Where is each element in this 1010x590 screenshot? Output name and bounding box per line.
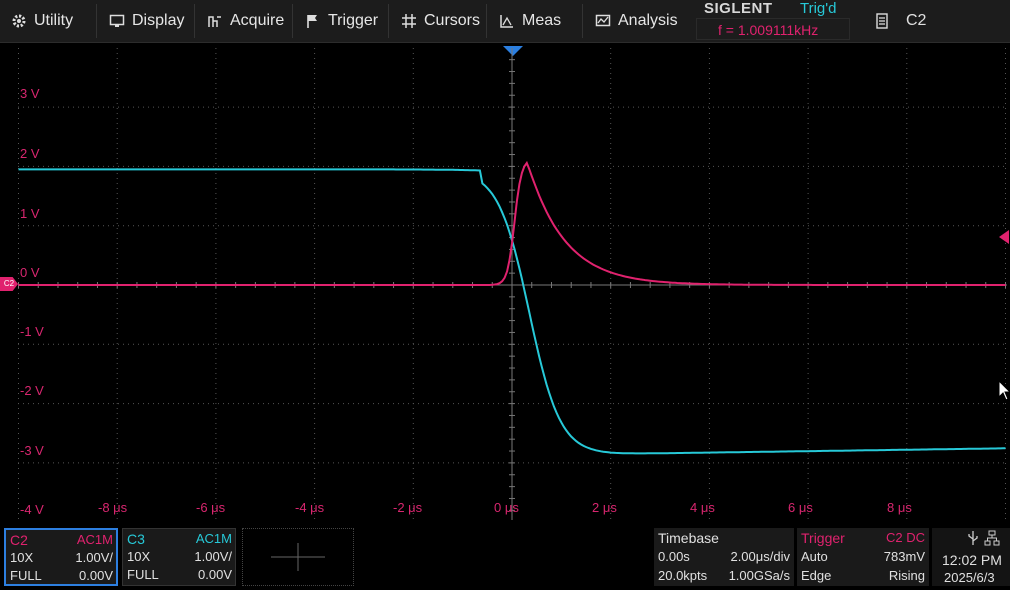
- voltage-label: 1 V: [20, 206, 40, 221]
- frequency-readout: f = 1.009111kHz: [718, 22, 819, 38]
- c3-bandwidth: FULL: [127, 567, 159, 582]
- c2-channel-box[interactable]: C2 AC1M 10X 1.00V/ FULL 0.00V: [4, 528, 118, 586]
- menu-utility[interactable]: Utility: [10, 0, 73, 42]
- menu-analysis[interactable]: Analysis: [594, 0, 678, 42]
- waveform-display[interactable]: 3 V 2 V 1 V 0 V -1 V -2 V -3 V -4 V -8 μ…: [18, 48, 1007, 520]
- add-channel-slot[interactable]: [242, 528, 354, 586]
- cursors-icon: [400, 12, 418, 30]
- voltage-label: 0 V: [20, 265, 40, 280]
- time-label: 4 μs: [690, 500, 715, 515]
- c3-probe: 10X: [127, 549, 151, 564]
- menu-acquire-label: Acquire: [230, 12, 285, 29]
- c3-scale: 1.00V/: [194, 549, 232, 564]
- network-icon: [984, 530, 1000, 549]
- c2-probe: 10X: [10, 550, 34, 565]
- menu-display-label: Display: [132, 12, 185, 29]
- c2-waveform: [18, 160, 1006, 286]
- time-label: -6 μs: [196, 500, 226, 515]
- menu-cursors[interactable]: Cursors: [400, 0, 480, 42]
- menu-meas[interactable]: Meas: [498, 0, 561, 42]
- mouse-pointer-icon: [998, 380, 1010, 401]
- c2-coupling: AC1M: [76, 532, 113, 547]
- channel-menu[interactable]: C2: [870, 0, 1010, 42]
- flag-icon: [304, 12, 322, 30]
- status-panel: SIGLENT Trig'd f = 1.009111kHz: [696, 0, 852, 42]
- voltage-label: 3 V: [20, 86, 40, 101]
- menu-display[interactable]: Display: [108, 0, 184, 42]
- c3-channel-box[interactable]: C3 AC1M 10X 1.00V/ FULL 0.00V: [122, 528, 236, 586]
- c2-offset-marker[interactable]: C2: [0, 277, 18, 291]
- clock-panel: 12:02 PM 2025/6/3: [932, 528, 1010, 586]
- menu-trigger[interactable]: Trigger: [304, 0, 378, 42]
- time-label: -2 μs: [393, 500, 423, 515]
- timebase-scale: 2.00μs/div: [730, 549, 790, 564]
- c2-offset: 0.00V: [79, 568, 113, 583]
- clock-date: 2025/6/3: [944, 570, 995, 585]
- voltage-label: -4 V: [20, 502, 44, 517]
- menu-bar: Utility Display Acquire Trigger Cursors …: [0, 0, 1010, 43]
- time-label: 6 μs: [788, 500, 813, 515]
- channel-menu-label: C2: [906, 12, 927, 29]
- trigger-slope: Rising: [888, 568, 925, 583]
- usb-icon: [966, 530, 980, 549]
- time-label: 2 μs: [592, 500, 617, 515]
- c3-offset: 0.00V: [198, 567, 232, 582]
- timebase-sample-rate: 1.00GSa/s: [728, 568, 790, 583]
- time-label: 8 μs: [887, 500, 912, 515]
- c2-bandwidth: FULL: [10, 568, 42, 583]
- menu-analysis-label: Analysis: [618, 12, 678, 29]
- trigger-source: C2 DC: [885, 530, 925, 545]
- acquire-icon: [206, 12, 224, 30]
- menu-cursors-label: Cursors: [424, 12, 481, 29]
- waveforms: [18, 160, 1006, 455]
- gear-icon: [10, 12, 28, 30]
- trigger-mode: Auto: [801, 549, 828, 564]
- c2-scale: 1.00V/: [75, 550, 113, 565]
- document-icon: [876, 13, 888, 29]
- analysis-icon: [594, 12, 612, 30]
- status-bar: C2 AC1M 10X 1.00V/ FULL 0.00V C3 AC1M 10…: [0, 524, 1010, 590]
- menu-acquire[interactable]: Acquire: [206, 0, 284, 42]
- plus-icon: [271, 543, 325, 571]
- voltage-label: -1 V: [20, 324, 44, 339]
- clock-time: 12:02 PM: [942, 552, 1002, 568]
- timebase-panel[interactable]: Timebase 0.00s 2.00μs/div 20.0kpts 1.00G…: [654, 528, 794, 586]
- trigger-level: 783mV: [883, 549, 925, 564]
- timebase-delay: 0.00s: [658, 549, 690, 564]
- c3-name: C3: [127, 531, 145, 547]
- trigger-status: Trig'd: [800, 0, 837, 17]
- trigger-type: Edge: [801, 568, 832, 583]
- measure-icon: [498, 12, 516, 30]
- timebase-title: Timebase: [658, 530, 719, 546]
- timebase-memory: 20.0kpts: [658, 568, 708, 583]
- c2-name: C2: [10, 532, 28, 548]
- trigger-title: Trigger: [801, 530, 845, 546]
- c3-coupling: AC1M: [195, 531, 232, 546]
- trigger-panel[interactable]: Trigger C2 DC Auto 783mV Edge Rising: [797, 528, 929, 586]
- time-label: -4 μs: [295, 500, 325, 515]
- menu-utility-label: Utility: [34, 12, 74, 29]
- voltage-label: -2 V: [20, 383, 44, 398]
- c3-waveform: [18, 168, 1006, 455]
- menu-meas-label: Meas: [522, 12, 562, 29]
- voltage-label: 2 V: [20, 146, 40, 161]
- time-label: 0 μs: [494, 500, 519, 515]
- voltage-label: -3 V: [20, 443, 44, 458]
- time-label: -8 μs: [98, 500, 128, 515]
- menu-trigger-label: Trigger: [328, 12, 379, 29]
- brand-logo: SIGLENT: [704, 0, 773, 17]
- monitor-icon: [108, 12, 126, 30]
